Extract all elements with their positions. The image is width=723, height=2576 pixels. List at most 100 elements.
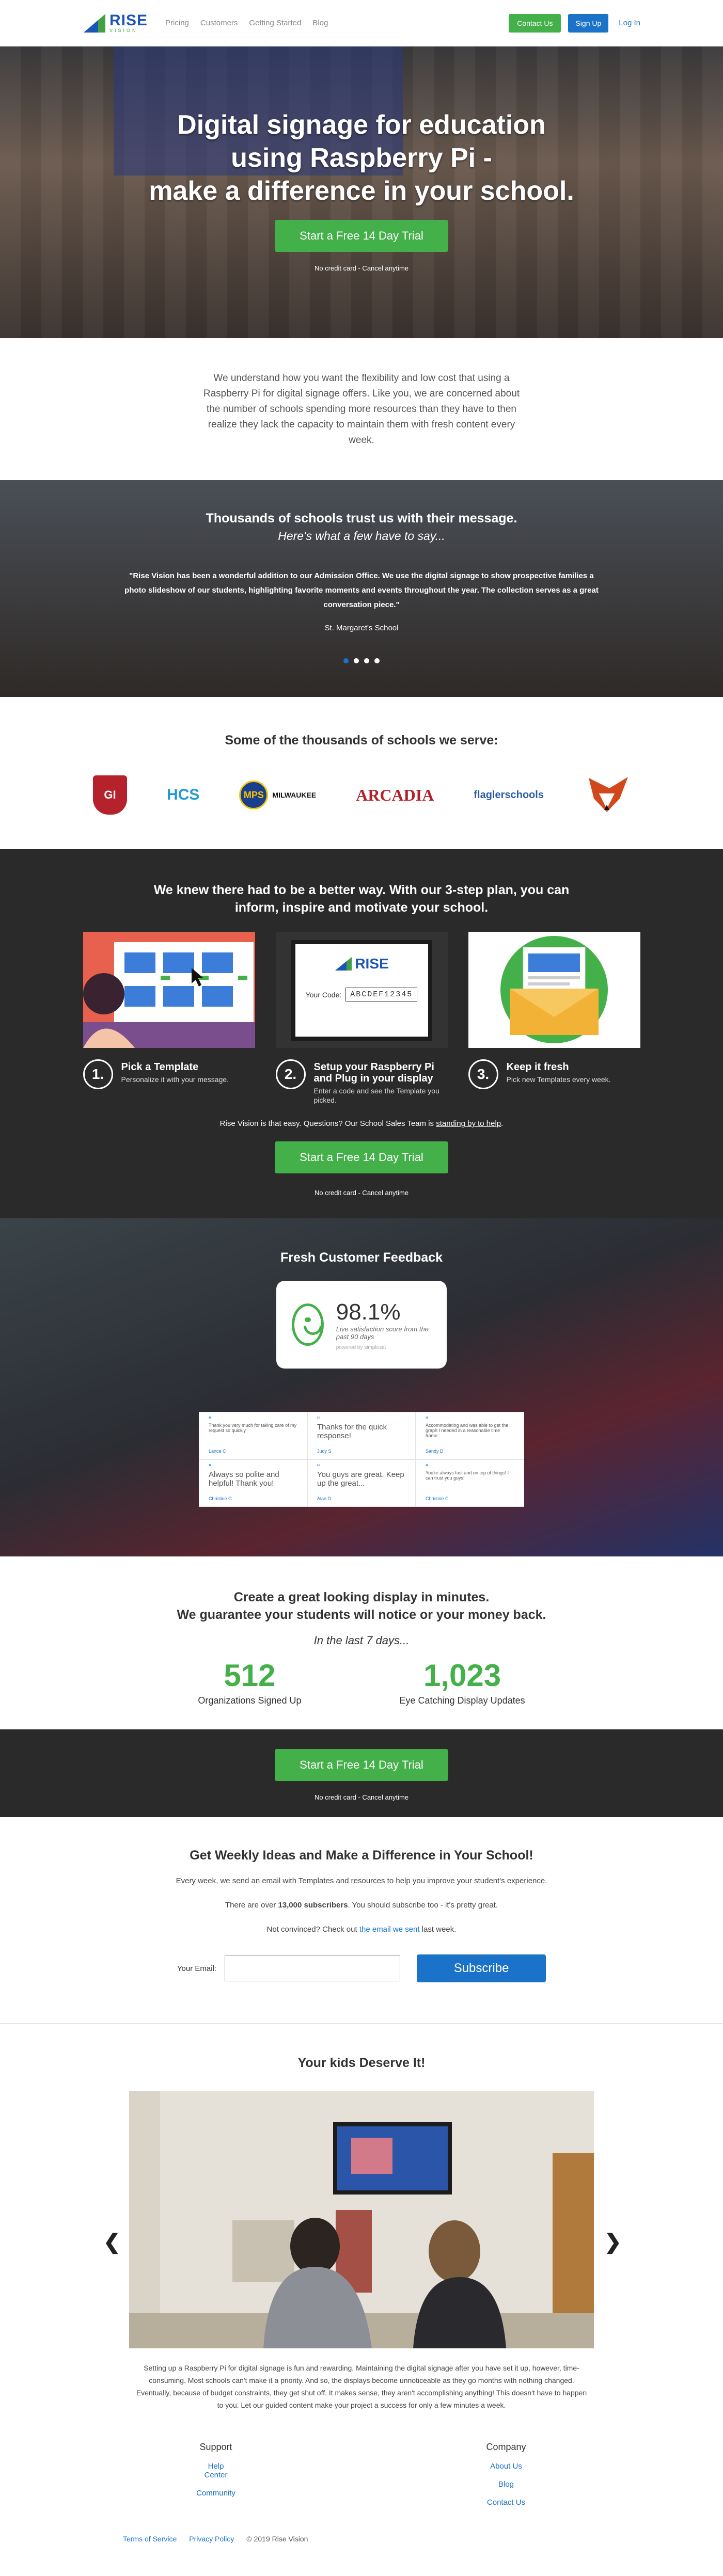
hero-note: No credit card - Cancel anytime [314, 264, 409, 272]
nav-links: Pricing Customers Getting Started Blog [165, 19, 328, 27]
sample-email-text: Not convinced? Check out the email we se… [0, 1925, 723, 1934]
testimonial-subtitle: Here's what a few have to say... [278, 529, 445, 543]
feedback-author: Lance C [209, 1449, 226, 1454]
stats-title-line-1: Create a great looking display in minute… [233, 1590, 490, 1604]
feedback-text: You're always fast and on top of things!… [426, 1470, 509, 1481]
step-2: RISE Your Code: ABCDEF12345 2. Setup you… [275, 932, 448, 1105]
feedback-card: “Accommodating and was able to get the g… [416, 1412, 524, 1459]
email-input[interactable] [225, 1955, 401, 1981]
testimonial-section: Thousands of schools trust us with their… [0, 480, 723, 697]
subscribe-text: Every week, we send an email with Templa… [176, 1877, 547, 1885]
feedback-card: “You're always fast and on top of things… [416, 1459, 524, 1507]
intro-text: We understand how you want the flexibili… [203, 372, 520, 446]
feedback-text: You guys are great. Keep up the great... [317, 1470, 404, 1488]
satisfaction-score: 98.1% [336, 1299, 401, 1325]
display-logo-text: RISE [355, 956, 389, 972]
step-desc: Enter a code and see the Template you pi… [313, 1087, 439, 1104]
school-logo: flaglerschools [474, 789, 544, 801]
subscriber-count-text: There are over 13,000 subscribers. You s… [0, 1901, 723, 1910]
feedback-title: Fresh Customer Feedback [280, 1250, 443, 1265]
help-text: Rise Vision is that easy. Questions? Our… [219, 1119, 504, 1128]
subscribe-section: Get Weekly Ideas and Make a Difference i… [0, 1817, 723, 2024]
feedback-author: Judy S [317, 1449, 332, 1454]
intro-section: We understand how you want the flexibili… [0, 338, 723, 480]
subscriber-text-suffix: . You should subscribe too - it's pretty… [348, 1901, 498, 1910]
feedback-card: “Thanks for the quick response! Judy S [307, 1412, 416, 1459]
step-number: 2. [275, 1059, 306, 1089]
school-logo: HCS [167, 786, 200, 803]
about-us-link[interactable]: About Us [485, 2462, 527, 2471]
step-title: Setup your Raspberry Pi and Plug in your… [313, 1061, 434, 1084]
carousel-dot[interactable] [374, 658, 380, 663]
footer-company-title: Company [486, 2442, 526, 2452]
step-desc: Personalize it with your message. [121, 1075, 229, 1084]
top-nav: RISE VISION Pricing Customers Getting St… [0, 0, 723, 46]
carousel-prev-icon[interactable]: ❮ [103, 2230, 121, 2254]
step-number: 1. [83, 1059, 113, 1089]
privacy-link[interactable]: Privacy Policy [189, 2535, 234, 2543]
hero-title-line-3: make a difference in your school. [149, 176, 574, 206]
subscribe-form: Your Email: Subscribe [0, 1954, 723, 1982]
sign-up-button[interactable]: Sign Up [568, 13, 609, 33]
code-label: Your Code: [305, 990, 342, 999]
sample-text-prefix: Not convinced? Check out [266, 1925, 359, 1934]
plan-note: No credit card - Cancel anytime [314, 1189, 409, 1197]
satisfaction-subtitle: Live satisfaction score from the past 90… [336, 1325, 429, 1341]
powered-by: powered by simplesat [336, 1344, 386, 1350]
sample-email-link[interactable]: the email we sent [359, 1925, 420, 1934]
band-trial-button[interactable]: Start a Free 14 Day Trial [275, 1749, 448, 1781]
community-link[interactable]: Community [195, 2489, 237, 2498]
carousel-dot[interactable] [354, 658, 359, 663]
sales-team-link[interactable]: standing by to help [436, 1119, 501, 1128]
stats-section: Create a great looking display in minute… [0, 1556, 723, 1729]
feedback-grid: “Thank you very much for taking care of … [199, 1412, 524, 1507]
school-logo: MPS MILWAUKEE [239, 781, 316, 809]
kids-title: Your kids Deserve It! [297, 2056, 426, 2070]
subscriber-count: 13,000 subscribers [278, 1901, 348, 1910]
code-value: ABCDEF12345 [345, 988, 418, 1001]
stat-display-updates: 1,023 Eye Catching Display Updates [400, 1658, 525, 1706]
stats-title: Create a great looking display in minute… [0, 1556, 723, 1624]
footer-support-title: Support [199, 2442, 232, 2452]
feedback-text: Thanks for the quick response! [317, 1423, 387, 1440]
carousel-next-icon[interactable]: ❯ [604, 2230, 622, 2254]
nav-getting-started[interactable]: Getting Started [249, 19, 301, 27]
feedback-text: Accommodating and was able to get the gr… [426, 1423, 509, 1438]
cta-band: Start a Free 14 Day Trial No credit card… [0, 1729, 723, 1817]
testimonial-title: Thousands of schools trust us with their… [206, 511, 517, 526]
feedback-text: Thank you very much for taking care of m… [209, 1423, 297, 1433]
log-in-link[interactable]: Log In [619, 19, 640, 27]
rise-vision-logo[interactable]: RISE VISION [83, 13, 148, 34]
contact-us-link[interactable]: Contact Us [485, 2498, 527, 2507]
kids-description: Setting up a Raspberry Pi for digital si… [136, 2364, 587, 2409]
step-desc: Pick new Templates every week. [506, 1075, 611, 1084]
feedback-author: Christine C [209, 1496, 232, 1501]
feedback-card: “You guys are great. Keep up the great..… [307, 1459, 416, 1507]
footer-support: Support Help Center Community [195, 2442, 237, 2507]
sample-text-suffix: last week. [419, 1925, 457, 1934]
school-logo: GI [93, 775, 127, 815]
band-note: No credit card - Cancel anytime [314, 1793, 409, 1801]
carousel-dot[interactable] [343, 658, 349, 663]
blog-link[interactable]: Blog [485, 2480, 527, 2489]
terms-link[interactable]: Terms of Service [123, 2535, 177, 2543]
step-title: Pick a Template [121, 1061, 199, 1073]
help-center-link[interactable]: Help Center [195, 2462, 237, 2479]
stats-period: In the last 7 days... [313, 1634, 410, 1647]
plan-trial-button[interactable]: Start a Free 14 Day Trial [275, 1141, 448, 1173]
help-text-prefix: Rise Vision is that easy. Questions? Our… [219, 1119, 436, 1128]
contact-us-button[interactable]: Contact Us [509, 13, 561, 33]
carousel-dot[interactable] [364, 658, 369, 663]
fox-mascot-icon [584, 773, 630, 817]
nav-blog[interactable]: Blog [312, 19, 328, 27]
stat-value: 512 [224, 1658, 276, 1693]
subscribe-button[interactable]: Subscribe [417, 1954, 546, 1982]
nav-customers[interactable]: Customers [200, 19, 238, 27]
email-label: Your Email: [177, 1964, 217, 1973]
nav-pricing[interactable]: Pricing [165, 19, 189, 27]
hero-trial-button[interactable]: Start a Free 14 Day Trial [275, 220, 448, 252]
feedback-author: Christine C [426, 1496, 449, 1501]
stat-organizations: 512 Organizations Signed Up [198, 1658, 301, 1706]
stat-value: 1,023 [423, 1658, 501, 1693]
stat-label: Organizations Signed Up [198, 1695, 302, 1706]
